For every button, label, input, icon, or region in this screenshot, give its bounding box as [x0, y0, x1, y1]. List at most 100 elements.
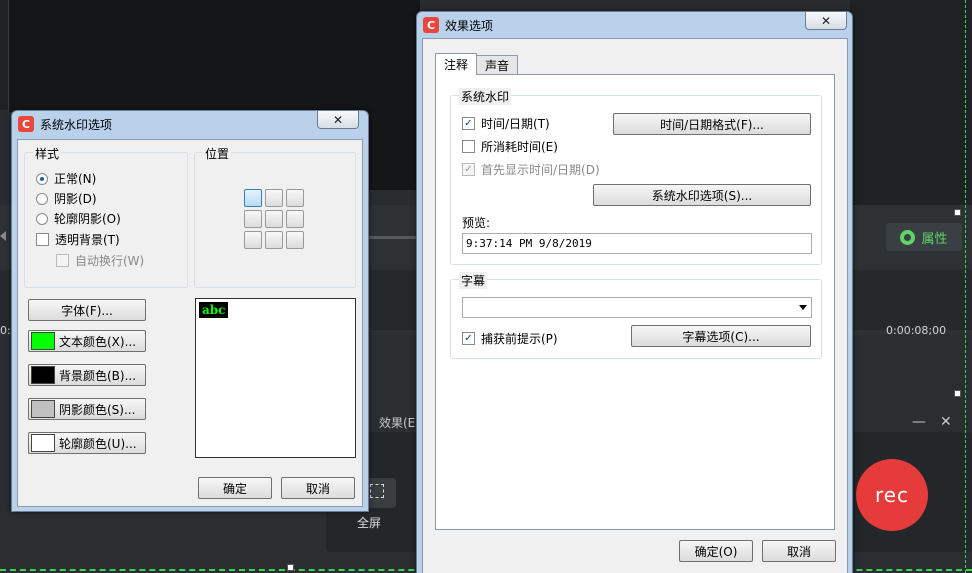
- background-color-swatch: [31, 366, 55, 384]
- properties-button[interactable]: 属性: [886, 223, 962, 251]
- position-top-right[interactable]: [286, 189, 304, 207]
- ok-button[interactable]: 确定(O): [679, 540, 753, 562]
- chevron-down-icon: [799, 305, 807, 310]
- time-date-option[interactable]: ✓ 时间/日期(T): [462, 115, 550, 132]
- properties-label: 属性: [921, 231, 948, 247]
- auto-wrap-option[interactable]: 自动换行(W): [56, 252, 144, 269]
- radio-outline-shadow-label: 轮廓阴影(O): [54, 212, 121, 226]
- caption-options-button[interactable]: 字幕选项(C)...: [631, 325, 811, 347]
- position-bottom-center[interactable]: [265, 231, 283, 249]
- dialog-titlebar[interactable]: C 系统水印选项 ✕: [12, 111, 368, 137]
- style-option-shadow[interactable]: 阴影(D): [36, 190, 97, 207]
- auto-wrap-label: 自动换行(W): [75, 254, 145, 268]
- show-time-first-checkbox[interactable]: ✓: [462, 163, 475, 176]
- transparent-bg-checkbox[interactable]: [36, 233, 49, 246]
- watermark-options-button[interactable]: 系统水印选项(S)...: [593, 184, 811, 206]
- watermark-options-dialog: C 系统水印选项 ✕ 样式 正常(N) 阴影(D) 轮廓阴影(O) 透明背景(T…: [11, 110, 369, 512]
- position-bottom-left[interactable]: [244, 231, 262, 249]
- outline-color-button[interactable]: 轮廓颜色(U)...: [28, 432, 146, 454]
- position-middle-left[interactable]: [244, 210, 262, 228]
- tab-annotations[interactable]: 注释: [435, 53, 478, 75]
- right-panel: [850, 0, 972, 210]
- text-color-swatch: [31, 332, 55, 350]
- selection-border-vertical: [965, 0, 966, 573]
- dialog-titlebar[interactable]: C 效果选项 ✕: [417, 12, 852, 38]
- style-option-outline-shadow[interactable]: 轮廓阴影(O): [36, 210, 121, 227]
- ok-button[interactable]: 确定: [198, 477, 272, 499]
- caption-group: 字幕: [450, 272, 822, 359]
- cancel-button[interactable]: 取消: [281, 477, 355, 499]
- show-time-first-option[interactable]: ✓ 首先显示时间/日期(D): [462, 161, 600, 178]
- close-button[interactable]: ✕: [317, 111, 359, 129]
- app-icon: C: [18, 116, 34, 132]
- elapsed-time-checkbox[interactable]: [462, 140, 475, 153]
- position-top-center[interactable]: [265, 189, 283, 207]
- resize-handle[interactable]: [954, 390, 961, 397]
- shadow-color-swatch: [31, 400, 55, 418]
- resize-handle[interactable]: [954, 209, 961, 216]
- annotations-page: 系统水印 ✓ 时间/日期(T) 时间/日期格式(F)... 所消耗时间(E) ✓…: [435, 74, 835, 530]
- caption-combobox[interactable]: [462, 297, 812, 318]
- preview-label: 预览:: [462, 216, 491, 230]
- close-icon[interactable]: ✕: [940, 414, 952, 430]
- shadow-color-label: 阴影颜色(S)...: [59, 402, 136, 417]
- auto-wrap-checkbox[interactable]: [56, 254, 69, 267]
- font-button[interactable]: 字体(F)...: [28, 299, 146, 321]
- dialog-title: 效果选项: [445, 18, 494, 33]
- fullscreen-label: 全屏: [357, 516, 382, 530]
- radio-normal[interactable]: [36, 172, 48, 185]
- cancel-button[interactable]: 取消: [762, 540, 836, 562]
- close-button[interactable]: ✕: [805, 12, 847, 30]
- minimize-icon[interactable]: —: [912, 414, 926, 430]
- time-date-label: 时间/日期(T): [481, 117, 550, 131]
- tab-bar: 注释 声音: [435, 53, 519, 75]
- elapsed-time-option[interactable]: 所消耗时间(E): [462, 138, 558, 155]
- outline-color-label: 轮廓颜色(U)...: [59, 436, 137, 451]
- timeline-time-label: 0:00:08;00: [886, 324, 947, 337]
- style-group-title: 样式: [33, 145, 62, 162]
- radio-shadow-label: 阴影(D): [54, 192, 97, 206]
- text-color-label: 文本颜色(X)...: [59, 334, 137, 349]
- position-grid: [244, 189, 304, 249]
- prompt-before-capture-option[interactable]: ✓ 捕获前提示(P): [462, 330, 558, 347]
- radio-normal-label: 正常(N): [54, 172, 97, 186]
- transparent-bg-label: 透明背景(T): [55, 233, 120, 247]
- shadow-color-button[interactable]: 阴影颜色(S)...: [28, 398, 146, 420]
- time-date-checkbox[interactable]: ✓: [462, 117, 475, 130]
- prompt-before-capture-checkbox[interactable]: ✓: [462, 332, 475, 345]
- effects-menu-label[interactable]: 效果(E: [379, 414, 415, 431]
- preview-field: 9:37:14 PM 9/8/2019: [462, 233, 812, 254]
- zoom-slider[interactable]: [368, 236, 416, 239]
- elapsed-time-label: 所消耗时间(E): [481, 140, 558, 154]
- radio-shadow[interactable]: [36, 192, 48, 205]
- app-icon: C: [423, 17, 439, 33]
- time-date-format-button[interactable]: 时间/日期格式(F)...: [613, 113, 811, 135]
- record-button[interactable]: rec: [856, 459, 928, 531]
- background-color-button[interactable]: 背景颜色(B)...: [28, 364, 146, 386]
- tab-sound[interactable]: 声音: [476, 55, 519, 75]
- preview-sample-text: abc: [199, 302, 229, 318]
- transparent-bg-option[interactable]: 透明背景(T): [36, 231, 120, 248]
- effects-options-dialog: C 效果选项 ✕ 注释 声音 系统水印 ✓ 时间/日期(T) 时间/日期格式(F…: [416, 11, 853, 573]
- position-middle-right[interactable]: [286, 210, 304, 228]
- canvas-area: [8, 0, 250, 112]
- position-top-left[interactable]: [244, 189, 262, 207]
- style-preview: abc: [195, 298, 356, 458]
- background-color-label: 背景颜色(B)...: [59, 368, 137, 383]
- prompt-before-capture-label: 捕获前提示(P): [481, 332, 558, 346]
- gear-icon: [900, 229, 916, 245]
- show-time-first-label: 首先显示时间/日期(D): [481, 163, 600, 177]
- scroll-left-icon[interactable]: [0, 231, 6, 241]
- style-option-normal[interactable]: 正常(N): [36, 170, 96, 187]
- resize-handle[interactable]: [287, 564, 294, 571]
- outline-color-swatch: [31, 434, 55, 452]
- preview-label-row: 预览:: [462, 214, 490, 231]
- caption-group-title: 字幕: [459, 272, 488, 289]
- dialog-client: 注释 声音 系统水印 ✓ 时间/日期(T) 时间/日期格式(F)... 所消耗时…: [422, 38, 848, 573]
- position-bottom-right[interactable]: [286, 231, 304, 249]
- text-color-button[interactable]: 文本颜色(X)...: [28, 330, 146, 352]
- radio-outline-shadow[interactable]: [36, 212, 48, 225]
- dialog-client: 样式 正常(N) 阴影(D) 轮廓阴影(O) 透明背景(T) 自动换行(W) 位…: [17, 139, 363, 507]
- position-middle-center[interactable]: [265, 210, 283, 228]
- window-controls: — ✕: [912, 414, 952, 430]
